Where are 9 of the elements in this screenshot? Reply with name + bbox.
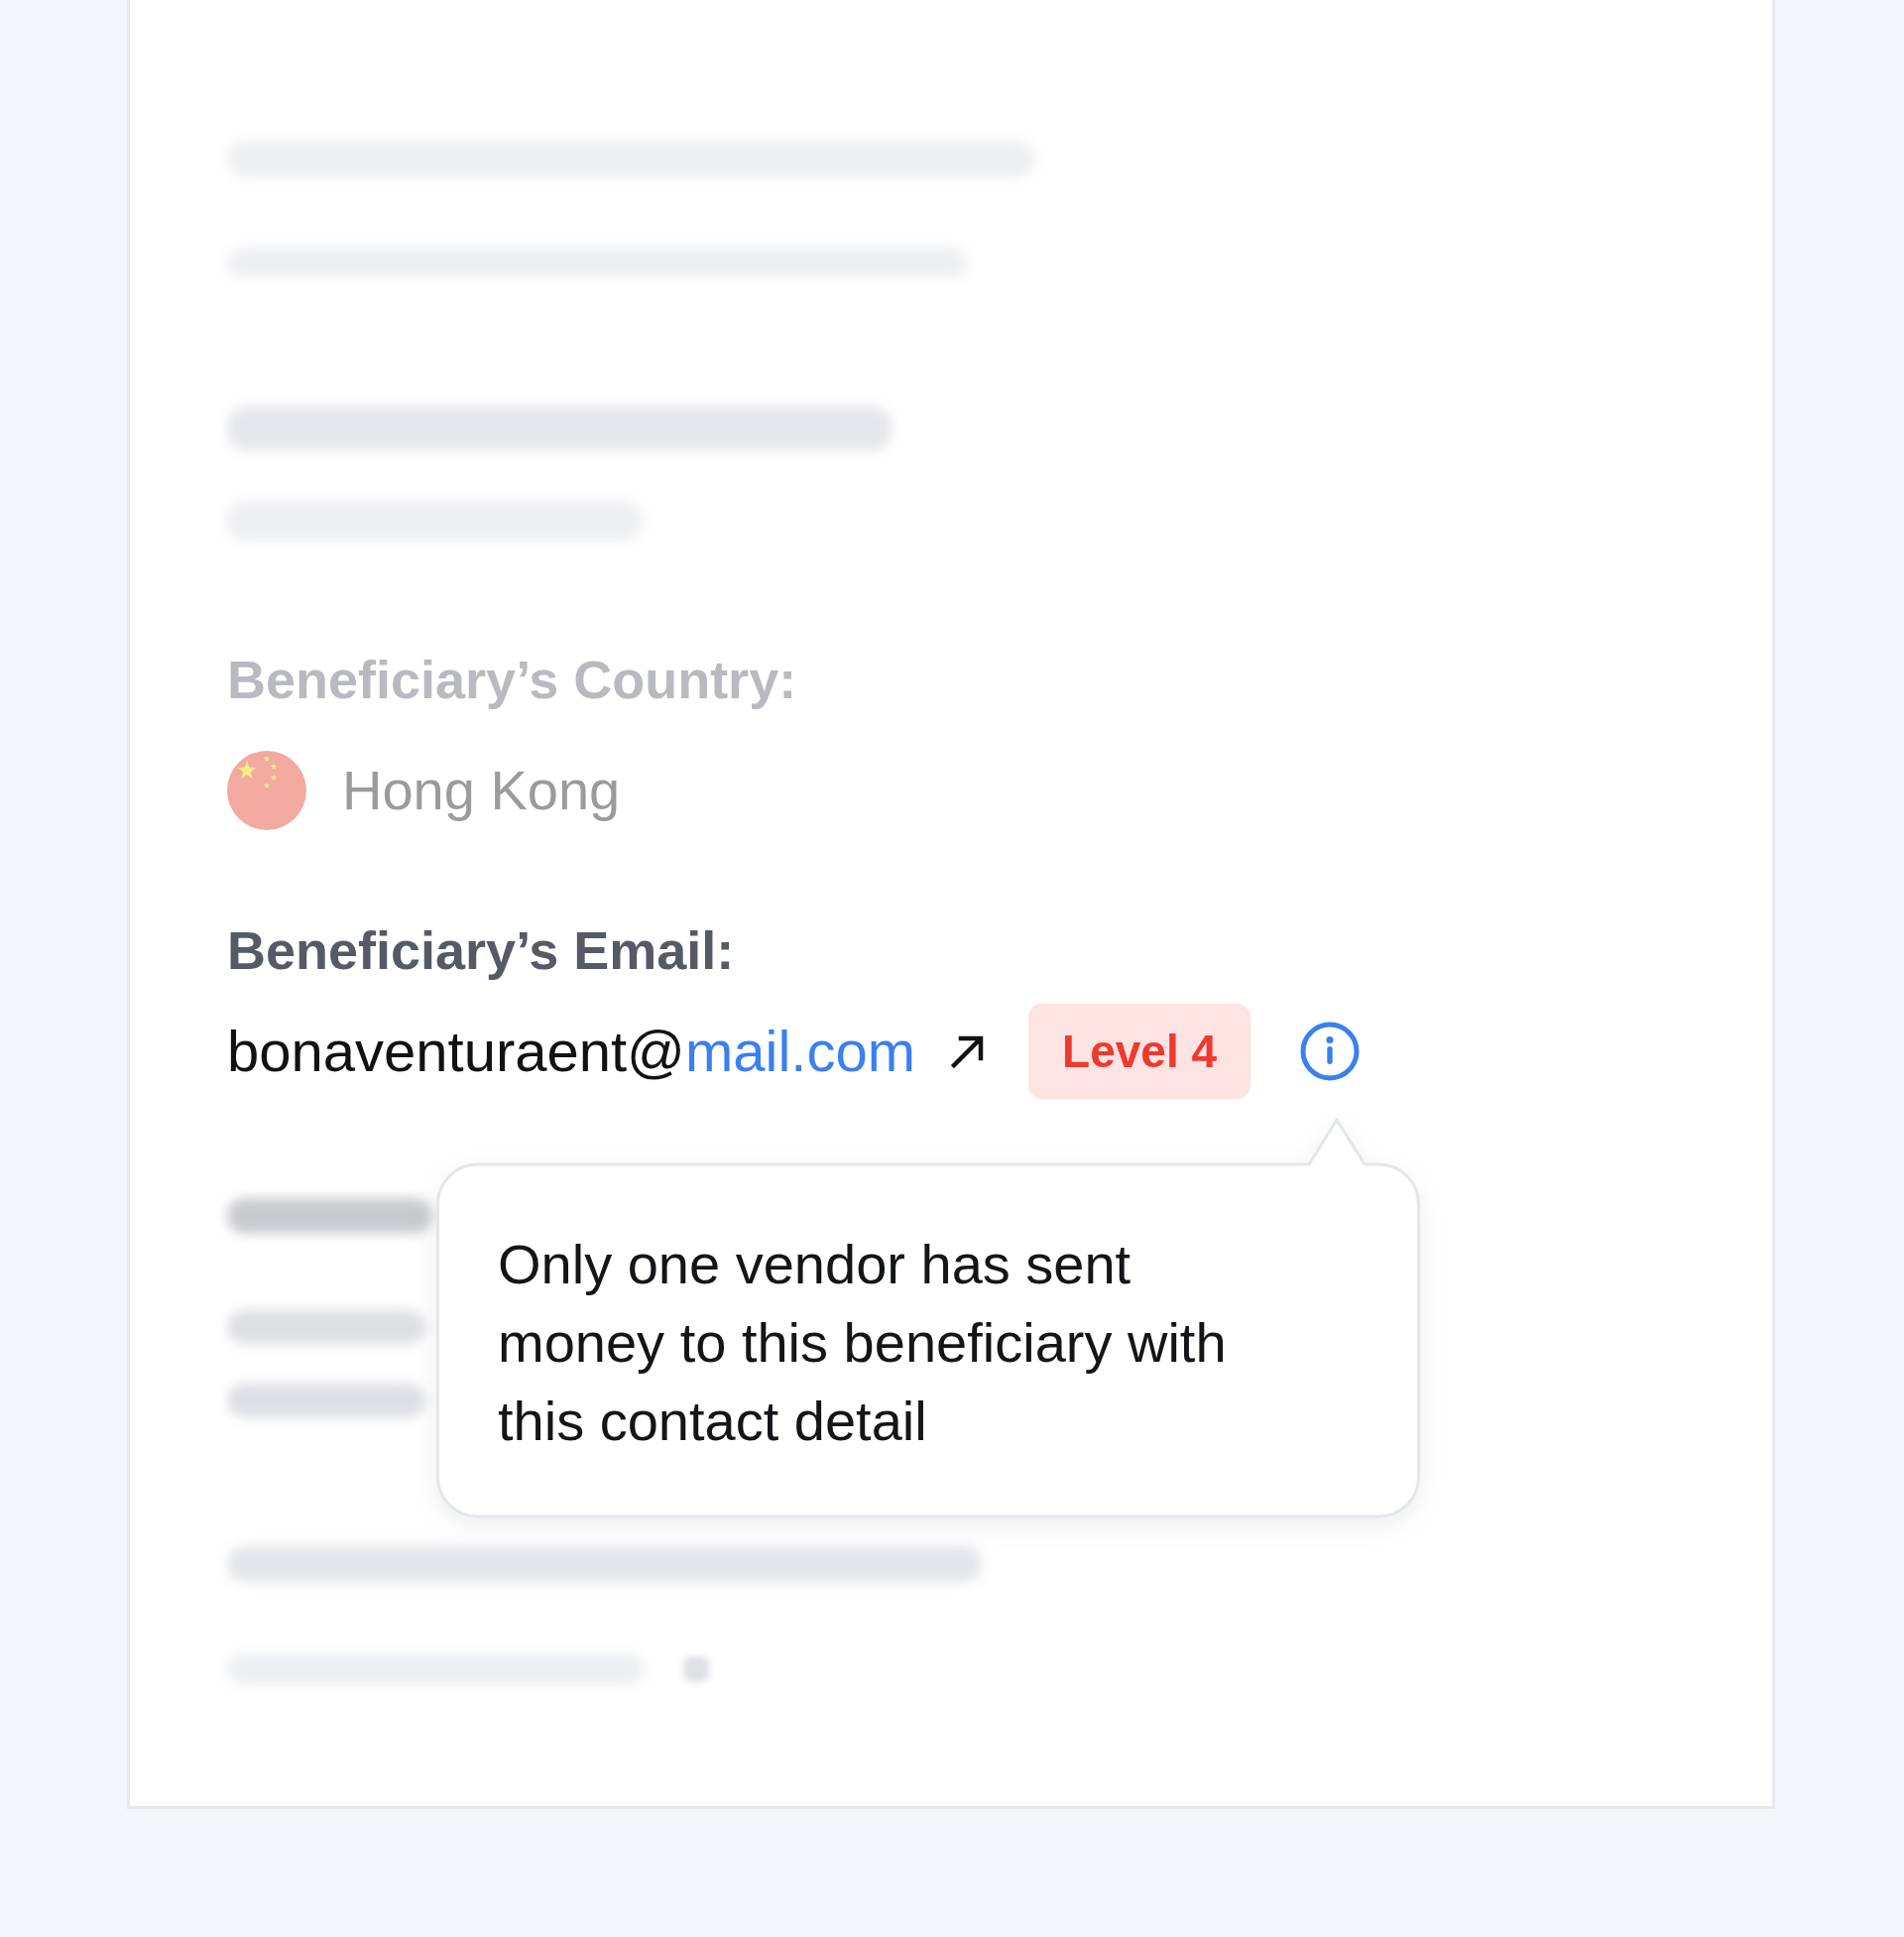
blurred-text-bar: [683, 1656, 709, 1682]
email-address: bonaventuraent@mail.com: [227, 1018, 916, 1085]
country-label: Beneficiary’s Country:: [227, 649, 797, 711]
tooltip-text: Only one vendor has sent money to this beneficiary with this contact detail: [498, 1232, 1228, 1454]
email-label: Beneficiary’s Email:: [227, 919, 735, 982]
info-icon[interactable]: [1300, 1022, 1361, 1081]
level-badge: Level 4: [1028, 1004, 1251, 1099]
flag-icon: [227, 751, 306, 830]
country-value: Hong Kong: [342, 759, 621, 822]
